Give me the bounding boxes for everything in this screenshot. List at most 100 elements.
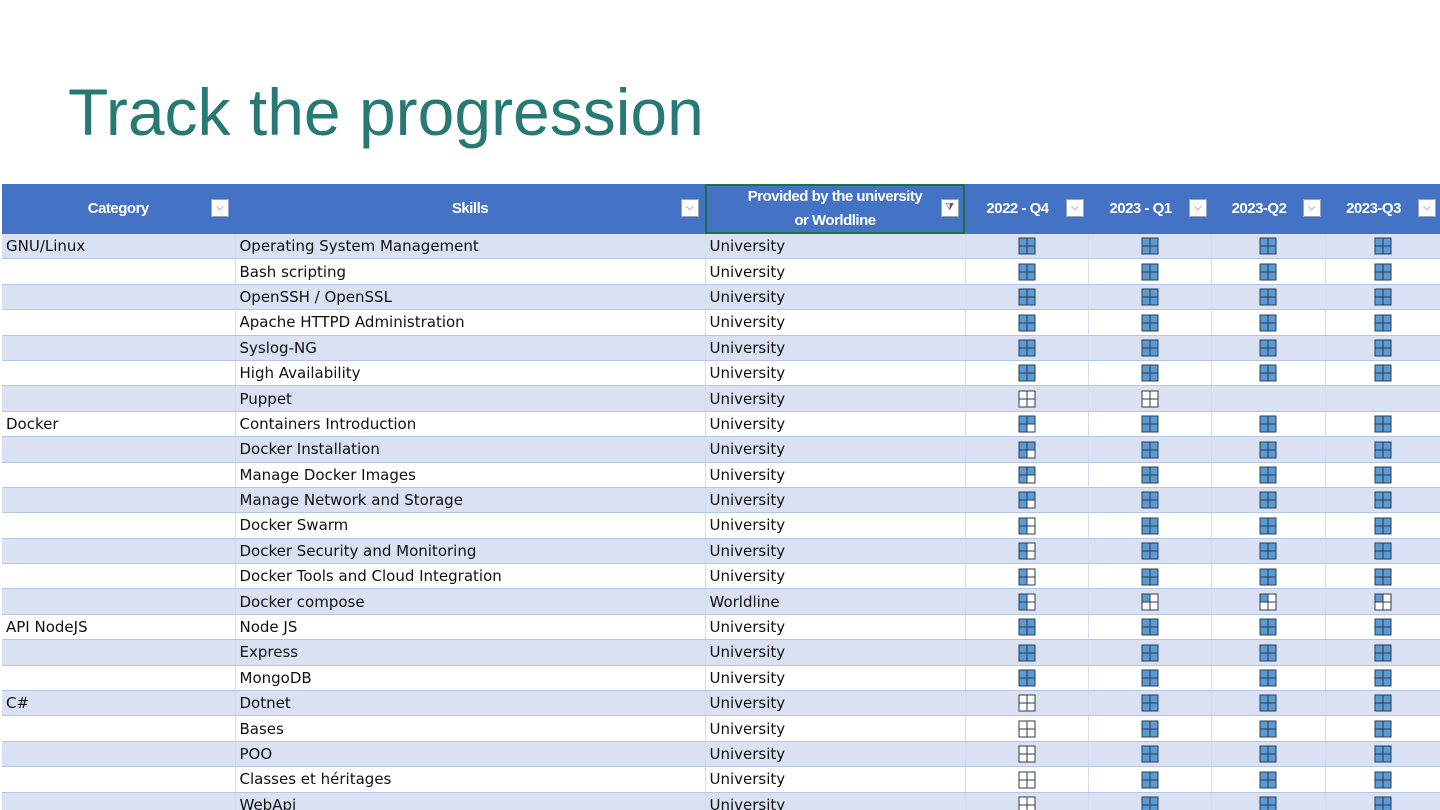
cell-progress-2023-q1[interactable] (1088, 741, 1212, 768)
cell-provider[interactable]: University (705, 258, 966, 285)
column-header-2023-q1[interactable]: 2023 - Q1 ⌵ (1088, 184, 1212, 234)
cell-progress-2023-q3[interactable] (1325, 309, 1440, 336)
filter-dropdown-icon[interactable]: ⌵ (1417, 199, 1436, 217)
cell-progress-2022-q4[interactable] (965, 385, 1089, 412)
cell-progress-2022-q4[interactable] (965, 487, 1089, 514)
cell-progress-2022-q4[interactable] (965, 665, 1089, 692)
cell-skill[interactable]: Puppet (235, 385, 706, 412)
cell-progress-2023-q2[interactable] (1211, 766, 1326, 793)
cell-progress-2022-q4[interactable] (965, 538, 1089, 565)
column-header-2022-q4[interactable]: 2022 - Q4 ⌵ (965, 184, 1089, 234)
cell-skill[interactable]: Containers Introduction (235, 411, 706, 438)
cell-provider[interactable]: University (705, 487, 966, 514)
cell-progress-2022-q4[interactable] (965, 309, 1089, 336)
cell-provider[interactable]: University (705, 665, 966, 692)
cell-progress-2022-q4[interactable] (965, 690, 1089, 717)
cell-progress-2023-q1[interactable] (1088, 665, 1212, 692)
cell-progress-2023-q3[interactable] (1325, 258, 1440, 285)
cell-progress-2023-q3[interactable] (1325, 792, 1440, 810)
column-header-2023-q2[interactable]: 2023-Q2 ⌵ (1211, 184, 1326, 234)
cell-progress-2023-q2[interactable] (1211, 588, 1326, 615)
cell-progress-2023-q1[interactable] (1088, 639, 1212, 666)
cell-progress-2023-q1[interactable] (1088, 690, 1212, 717)
cell-progress-2023-q2[interactable] (1211, 487, 1326, 514)
cell-progress-2023-q2[interactable] (1211, 715, 1326, 742)
cell-category[interactable] (2, 563, 236, 590)
cell-progress-2022-q4[interactable] (965, 614, 1089, 641)
cell-progress-2022-q4[interactable] (965, 512, 1089, 539)
cell-category[interactable] (2, 741, 236, 768)
cell-progress-2023-q2[interactable] (1211, 741, 1326, 768)
cell-progress-2022-q4[interactable] (965, 284, 1089, 311)
cell-progress-2023-q2[interactable] (1211, 538, 1326, 565)
cell-progress-2023-q2[interactable] (1211, 614, 1326, 641)
cell-progress-2023-q3[interactable] (1325, 766, 1440, 793)
cell-progress-2023-q3[interactable] (1325, 741, 1440, 768)
cell-progress-2023-q1[interactable] (1088, 284, 1212, 311)
cell-category[interactable] (2, 284, 236, 311)
cell-progress-2022-q4[interactable] (965, 715, 1089, 742)
cell-progress-2022-q4[interactable] (965, 588, 1089, 615)
column-header-provided-by[interactable]: Provided by the university or Worldline … (705, 184, 966, 234)
cell-progress-2023-q3[interactable] (1325, 538, 1440, 565)
cell-progress-2023-q2[interactable] (1211, 639, 1326, 666)
cell-progress-2022-q4[interactable] (965, 234, 1089, 260)
cell-progress-2023-q3[interactable] (1325, 487, 1440, 514)
column-header-skills[interactable]: Skills ⌵ (235, 184, 706, 234)
cell-progress-2023-q1[interactable] (1088, 258, 1212, 285)
cell-progress-2023-q1[interactable] (1088, 436, 1212, 463)
cell-provider[interactable]: University (705, 462, 966, 488)
column-header-2023-q3[interactable]: 2023-Q3 ⌵ (1325, 184, 1440, 234)
cell-progress-2022-q4[interactable] (965, 766, 1089, 793)
cell-provider[interactable]: University (705, 792, 966, 810)
cell-category[interactable] (2, 665, 236, 692)
cell-progress-2022-q4[interactable] (965, 462, 1089, 488)
filter-dropdown-icon[interactable]: ⌵ (1065, 199, 1084, 217)
cell-progress-2023-q3[interactable] (1325, 614, 1440, 641)
cell-progress-2022-q4[interactable] (965, 563, 1089, 590)
cell-provider[interactable]: University (705, 715, 966, 742)
cell-category[interactable]: API NodeJS (2, 614, 236, 641)
cell-category[interactable] (2, 792, 236, 810)
cell-progress-2023-q3[interactable] (1325, 690, 1440, 717)
cell-progress-2022-q4[interactable] (965, 741, 1089, 768)
cell-category[interactable] (2, 360, 236, 387)
cell-progress-2023-q3[interactable] (1325, 462, 1440, 488)
cell-progress-2023-q2[interactable] (1211, 284, 1326, 311)
cell-progress-2023-q3[interactable] (1325, 512, 1440, 539)
cell-provider[interactable]: University (705, 741, 966, 768)
cell-progress-2023-q2[interactable] (1211, 360, 1326, 387)
cell-progress-2023-q2[interactable] (1211, 258, 1326, 285)
cell-skill[interactable]: Docker Security and Monitoring (235, 538, 706, 565)
cell-progress-2023-q2[interactable] (1211, 563, 1326, 590)
cell-progress-2023-q3[interactable] (1325, 715, 1440, 742)
cell-progress-2023-q1[interactable] (1088, 487, 1212, 514)
cell-progress-2023-q1[interactable] (1088, 766, 1212, 793)
cell-skill[interactable]: POO (235, 741, 706, 768)
cell-progress-2023-q3[interactable] (1325, 335, 1440, 361)
cell-progress-2023-q2[interactable] (1211, 335, 1326, 361)
cell-category[interactable] (2, 309, 236, 336)
cell-provider[interactable]: University (705, 335, 966, 361)
cell-progress-2023-q2[interactable] (1211, 512, 1326, 539)
cell-progress-2022-q4[interactable] (965, 335, 1089, 361)
cell-skill[interactable]: Docker Installation (235, 436, 706, 463)
cell-provider[interactable]: University (705, 360, 966, 387)
cell-skill[interactable]: Docker Swarm (235, 512, 706, 539)
cell-provider[interactable]: University (705, 284, 966, 311)
cell-progress-2023-q2[interactable] (1211, 411, 1326, 438)
cell-progress-2023-q3[interactable] (1325, 385, 1440, 412)
cell-skill[interactable]: Express (235, 639, 706, 666)
cell-provider[interactable]: University (705, 512, 966, 539)
cell-provider[interactable]: Worldline (705, 588, 966, 615)
cell-progress-2023-q3[interactable] (1325, 436, 1440, 463)
cell-progress-2023-q2[interactable] (1211, 665, 1326, 692)
cell-provider[interactable]: University (705, 385, 966, 412)
cell-skill[interactable]: High Availability (235, 360, 706, 387)
filter-active-icon[interactable]: ⧩ (940, 199, 959, 217)
cell-progress-2023-q1[interactable] (1088, 335, 1212, 361)
cell-progress-2022-q4[interactable] (965, 411, 1089, 438)
cell-progress-2023-q3[interactable] (1325, 588, 1440, 615)
cell-progress-2023-q3[interactable] (1325, 665, 1440, 692)
cell-provider[interactable]: University (705, 639, 966, 666)
